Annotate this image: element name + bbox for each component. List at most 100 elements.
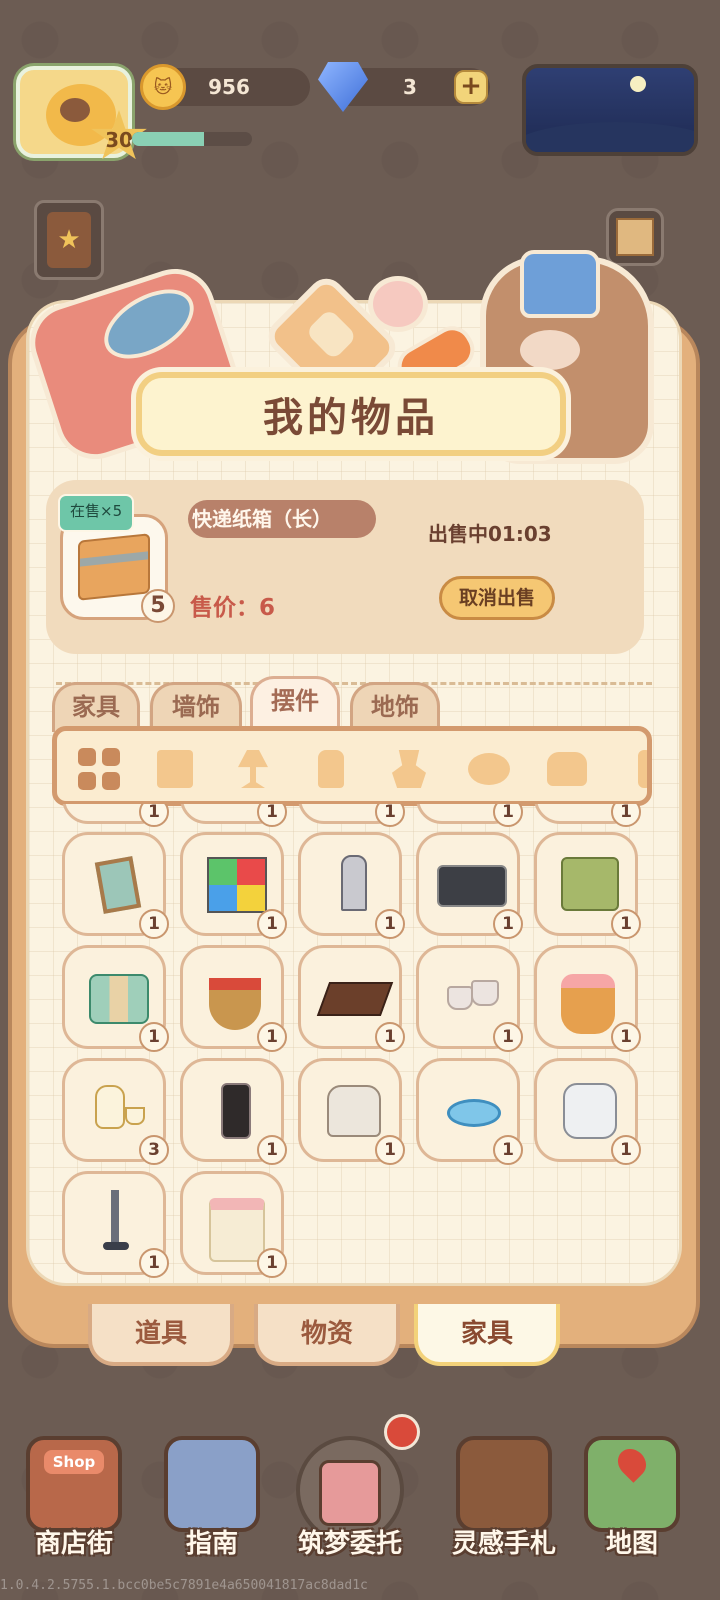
nav-label: 筑梦委托: [297, 1529, 402, 1559]
notebook-icon: [456, 1436, 552, 1532]
item-tea-set[interactable]: 3: [62, 1058, 169, 1165]
xp-bar: [132, 132, 252, 146]
item-vacuum[interactable]: 1: [62, 1171, 169, 1278]
nav-dream-commission[interactable]: 筑梦委托: [290, 1414, 420, 1568]
item-qty: 1: [257, 1248, 287, 1278]
bear-face-icon: [520, 330, 580, 370]
item-oven[interactable]: 1: [534, 832, 641, 939]
item-grid: 1 1 1 1 1 1 1 1 1 1 1 1 1 1 1 3 1 1 1 1 …: [56, 804, 652, 1284]
item-qty: 1: [493, 909, 523, 939]
item-chess-statue[interactable]: 1: [298, 832, 405, 939]
item-stand-mixer[interactable]: 1: [298, 1058, 405, 1165]
tab-wall-decor[interactable]: 墙饰: [150, 682, 242, 732]
jars-icon: [89, 974, 149, 1024]
commission-book-icon: [319, 1460, 381, 1526]
sale-item-count: 5: [141, 589, 175, 623]
shop-sign: Shop: [44, 1450, 104, 1474]
item-qty: 1: [257, 1022, 287, 1052]
weather-scene-card[interactable]: [522, 64, 698, 156]
sale-listing-card: 5 在售×5 快递纸箱（长） 出售中01:03 售价：6 取消出售: [46, 480, 644, 654]
item-flower-basket[interactable]: 1: [534, 945, 641, 1052]
bottle-icon[interactable]: [309, 749, 353, 789]
item-chocolate-cake[interactable]: 1: [298, 945, 405, 1052]
xp-fill: [132, 132, 204, 146]
beak-shape: [60, 98, 90, 122]
cake-board-icon: [316, 982, 394, 1016]
album-book-button[interactable]: ★: [34, 200, 104, 280]
boombox-icon: [437, 865, 507, 907]
item-coffee-grinder[interactable]: 1: [180, 1058, 287, 1165]
vacuum-icon: [111, 1190, 119, 1248]
item-apple-basket[interactable]: 1: [180, 945, 287, 1052]
notification-dot: [384, 1414, 420, 1450]
teapot-icon: [95, 1085, 125, 1129]
flower-basket-icon: [561, 974, 615, 1034]
item-qty: 1: [375, 1135, 405, 1165]
cow-skull-icon[interactable]: [467, 749, 511, 789]
guide-icon: [164, 1436, 260, 1532]
tab-supplies[interactable]: 物资: [254, 1304, 400, 1366]
list-item[interactable]: 1: [298, 804, 405, 827]
nav-label: 灵感手札: [451, 1529, 556, 1559]
cat-coin-icon: 🐱: [140, 64, 186, 110]
mixer-icon: [327, 1085, 381, 1137]
nav-label: 商店街: [34, 1529, 113, 1559]
cactus-icon[interactable]: [623, 749, 647, 789]
item-qty: 1: [257, 804, 287, 827]
item-gift-bag[interactable]: 1: [180, 1171, 287, 1278]
tab-furniture[interactable]: 家具: [52, 682, 140, 732]
scroll-icon[interactable]: [153, 749, 197, 789]
bucket-hat-icon: [520, 250, 600, 318]
item-storage-jars[interactable]: 1: [62, 945, 169, 1052]
page-title: 我的物品: [136, 372, 566, 456]
moon-icon: [630, 76, 646, 92]
pot-icon: [447, 986, 473, 1010]
nav-inspiration-notes[interactable]: 灵感手札: [444, 1428, 564, 1568]
coin-counter[interactable]: 🐱 956: [140, 64, 310, 110]
map-icon: [584, 1436, 680, 1532]
item-air-purifier[interactable]: 1: [534, 1058, 641, 1165]
star-book-icon: ★: [47, 212, 91, 268]
item-pet-bowl[interactable]: 1: [416, 1058, 523, 1165]
divider: [56, 682, 652, 685]
vacuum-head-icon: [103, 1242, 129, 1250]
nav-shop-street[interactable]: Shop 商店街: [14, 1428, 134, 1568]
item-qty: 1: [375, 1022, 405, 1052]
tab-furniture-bottom[interactable]: 家具: [414, 1304, 560, 1366]
item-picture-frame[interactable]: 1: [62, 832, 169, 939]
list-item[interactable]: 1: [416, 804, 523, 827]
cancel-sale-button[interactable]: 取消出售: [439, 576, 555, 620]
lamp-icon[interactable]: [231, 749, 275, 789]
sale-price: 售价：6: [190, 595, 276, 621]
item-qty: 1: [611, 1135, 641, 1165]
cardboard-box-icon: [78, 533, 150, 601]
list-item[interactable]: 1: [180, 804, 287, 827]
coin-value: 956: [208, 75, 250, 99]
kettle-icon[interactable]: [545, 749, 589, 789]
tab-props[interactable]: 道具: [88, 1304, 234, 1366]
nav-map[interactable]: 地图: [572, 1428, 692, 1568]
teacup-icon: [125, 1107, 145, 1125]
item-qty: 1: [611, 1022, 641, 1052]
sale-item-name: 快递纸箱（长）: [188, 500, 376, 538]
item-qty: 3: [139, 1135, 169, 1165]
nav-guide[interactable]: 指南: [152, 1428, 272, 1568]
storage-box-button[interactable]: [606, 208, 664, 266]
gem-counter[interactable]: 3 +: [318, 62, 490, 112]
item-boombox[interactable]: 1: [416, 832, 523, 939]
all-grid-icon[interactable]: [77, 748, 121, 790]
bowl-icon: [447, 1099, 501, 1127]
tab-floor-decor[interactable]: 地饰: [350, 682, 440, 732]
add-gems-button[interactable]: +: [454, 70, 488, 104]
list-item[interactable]: 1: [62, 804, 169, 827]
item-qty: 1: [139, 909, 169, 939]
list-item[interactable]: 1: [534, 804, 641, 827]
pot-icon: [471, 980, 499, 1006]
box-icon: [616, 218, 654, 256]
item-cooking-pots[interactable]: 1: [416, 945, 523, 1052]
player-avatar-area[interactable]: 30: [8, 58, 147, 160]
item-rubiks-cube[interactable]: 1: [180, 832, 287, 939]
hill-shape: [526, 122, 694, 152]
nav-label: 指南: [185, 1529, 238, 1559]
planter-icon[interactable]: [387, 749, 431, 789]
